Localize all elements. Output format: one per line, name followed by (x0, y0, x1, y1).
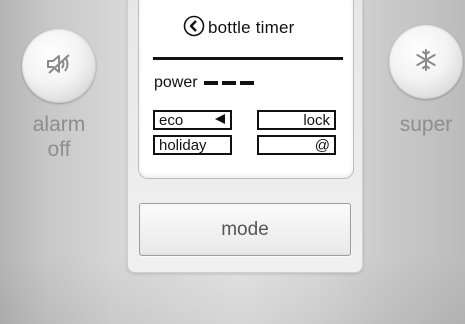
alarm-off-label: alarm off (14, 112, 104, 162)
power-dash (203, 81, 218, 85)
title-divider (153, 57, 343, 60)
holiday-indicator: holiday (153, 135, 232, 155)
speaker-muted-icon (46, 53, 72, 80)
power-label: power (154, 74, 198, 91)
super-button[interactable] (389, 25, 463, 99)
display-title-row: bottle timer (183, 15, 295, 42)
lock-label: lock (303, 111, 330, 129)
display-title: bottle timer (208, 18, 295, 37)
alarm-off-button[interactable] (22, 29, 96, 103)
at-indicator: @ (257, 135, 336, 155)
power-row: power (154, 74, 254, 92)
display-screen: bottle timer power eco holiday lock @ (138, 0, 354, 179)
super-label: super (399, 113, 453, 136)
snowflake-icon (414, 48, 438, 77)
holiday-label: holiday (159, 136, 207, 154)
power-dash (221, 81, 236, 85)
power-dashes (203, 81, 254, 85)
back-arrow-circle-icon (183, 15, 205, 42)
power-dash (239, 81, 254, 85)
lock-indicator: lock (257, 110, 336, 130)
eco-indicator: eco (153, 110, 232, 130)
mode-button[interactable]: mode (139, 203, 351, 256)
eco-label: eco (159, 111, 184, 129)
alarm-label-line2: off (47, 138, 71, 161)
at-label: @ (314, 136, 330, 154)
triangle-left-icon (214, 112, 226, 129)
mode-button-label: mode (221, 218, 269, 240)
alarm-label-line1: alarm (32, 113, 86, 136)
